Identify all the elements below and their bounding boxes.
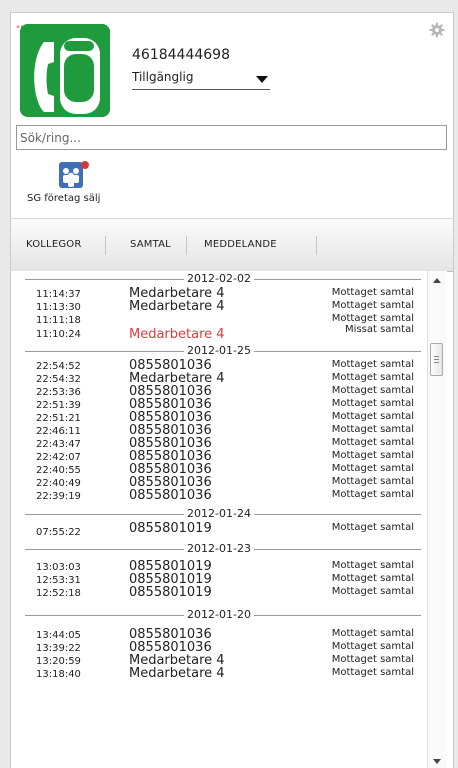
tab-divider [105, 236, 106, 255]
user-avatar [20, 24, 110, 117]
call-entry[interactable]: 12:52:18 0855801019 Mottaget samtal [11, 585, 427, 600]
search-call-input[interactable] [16, 125, 447, 150]
grip-line [434, 356, 439, 357]
call-status: Mottaget samtal [331, 437, 414, 448]
call-status: Mottaget samtal [331, 411, 414, 422]
call-entry[interactable]: 22:54:32 Medarbetare 4 Mottaget samtal [11, 372, 427, 386]
call-status: Mottaget samtal [331, 287, 414, 298]
call-entry[interactable]: 13:44:05 0855801036 Mottaget samtal [11, 628, 427, 642]
call-time: 11:10:24 [36, 329, 81, 340]
call-time: 22:39:19 [36, 491, 81, 502]
tab-bar: KOLLEGOR SAMTAL MEDDELANDE [11, 218, 453, 272]
call-time: 13:18:40 [36, 669, 81, 680]
call-status: Mottaget samtal [331, 586, 414, 597]
caller-name: 0855801036 [129, 488, 212, 503]
date-label: 2012-01-24 [184, 507, 254, 521]
scroll-down-arrow-icon[interactable] [433, 759, 441, 764]
settings-gear-icon[interactable] [429, 22, 445, 38]
call-entry-missed[interactable]: 11:10:24 Medarbetare 4 Missat samtal [11, 324, 427, 342]
call-entry[interactable]: 22:51:39 0855801036 Mottaget samtal [11, 398, 427, 412]
date-header: 2012-01-23 [11, 541, 427, 557]
call-entry[interactable]: 13:03:03 0855801019 Mottaget samtal [11, 560, 427, 574]
presence-status-value: Tillgänglig [132, 70, 194, 84]
caller-name: 0855801019 [129, 585, 212, 600]
call-entry[interactable]: 22:40:49 0855801036 Mottaget samtal [11, 476, 427, 490]
caller-name: Medarbetare 4 [129, 666, 225, 681]
phone-contact-icon [20, 24, 110, 117]
call-entry[interactable]: 22:43:47 0855801036 Mottaget samtal [11, 437, 427, 451]
grip-line [434, 359, 439, 360]
group-label: SG företag sälj [27, 193, 101, 204]
call-status: Mottaget samtal [331, 573, 414, 584]
grip-line [434, 362, 439, 363]
tab-divider [186, 236, 187, 255]
call-entry[interactable]: 11:13:30 Medarbetare 4 Mottaget samtal [11, 299, 427, 314]
date-label: 2012-01-23 [184, 542, 254, 556]
call-entry[interactable]: 22:46:11 0855801036 Mottaget samtal [11, 424, 427, 438]
date-label: 2012-01-25 [184, 344, 254, 358]
call-status: Mottaget samtal [331, 450, 414, 461]
tab-meddelande[interactable]: MEDDELANDE [204, 219, 277, 271]
call-entry[interactable]: 07:55:22 0855801019 Mottaget samtal [11, 521, 427, 539]
date-header: 2012-01-20 [11, 607, 427, 623]
call-time: 12:52:18 [36, 588, 81, 599]
vertical-scrollbar[interactable] [427, 271, 447, 768]
call-entry[interactable]: 13:18:40 Medarbetare 4 Mottaget samtal [11, 666, 427, 681]
call-status: Mottaget samtal [331, 560, 414, 571]
call-status: Mottaget samtal [331, 654, 414, 665]
call-status: Mottaget samtal [331, 667, 414, 678]
tab-samtal[interactable]: SAMTAL [130, 219, 171, 271]
call-entry[interactable]: 22:51:21 0855801036 Mottaget samtal [11, 411, 427, 425]
dropdown-arrow-icon [256, 76, 268, 83]
date-header: 2012-01-25 [11, 343, 427, 359]
call-entry[interactable]: 11:11:18 Mottaget samtal [11, 313, 427, 326]
call-status: Mottaget samtal [331, 463, 414, 474]
date-header: 2012-02-02 [11, 271, 427, 287]
call-status: Mottaget samtal [331, 424, 414, 435]
call-status: Mottaget samtal [331, 300, 414, 311]
caller-name-missed: Medarbetare 4 [129, 327, 225, 342]
call-entry[interactable]: 22:53:36 0855801036 Mottaget samtal [11, 385, 427, 399]
call-log-list[interactable]: 2012-02-02 11:14:37 Medarbetare 4 Mottag… [11, 271, 427, 768]
call-entry[interactable]: 12:53:31 0855801019 Mottaget samtal [11, 573, 427, 587]
scroll-up-arrow-icon[interactable] [433, 278, 441, 283]
caller-name: 0855801019 [129, 521, 212, 536]
call-status: Mottaget samtal [331, 372, 414, 383]
call-status: Mottaget samtal [331, 641, 414, 652]
date-label: 2012-01-20 [184, 608, 254, 622]
call-time: 07:55:22 [36, 527, 81, 538]
call-entry[interactable]: 22:40:55 0855801036 Mottaget samtal [11, 463, 427, 477]
call-status-missed: Missat samtal [345, 324, 414, 335]
user-phone-number: 46184444698 [132, 47, 230, 63]
call-status: Mottaget samtal [331, 489, 414, 500]
group-icon[interactable] [57, 160, 93, 190]
scrollbar-thumb[interactable] [430, 343, 443, 376]
call-status: Mottaget samtal [331, 522, 414, 533]
date-header: 2012-01-24 [11, 506, 427, 522]
caller-name: Medarbetare 4 [129, 299, 225, 314]
date-label: 2012-02-02 [184, 272, 254, 286]
call-status: Mottaget samtal [331, 385, 414, 396]
call-status: Mottaget samtal [331, 628, 414, 639]
call-status: Mottaget samtal [331, 476, 414, 487]
call-entry[interactable]: 22:39:19 0855801036 Mottaget samtal [11, 488, 427, 503]
tab-divider [316, 236, 317, 255]
call-status: Mottaget samtal [331, 359, 414, 370]
call-status: Mottaget samtal [331, 398, 414, 409]
tab-kollegor[interactable]: KOLLEGOR [26, 219, 82, 271]
call-entry[interactable]: 22:42:07 0855801036 Mottaget samtal [11, 450, 427, 464]
presence-status-dropdown[interactable]: Tillgänglig [132, 70, 270, 90]
